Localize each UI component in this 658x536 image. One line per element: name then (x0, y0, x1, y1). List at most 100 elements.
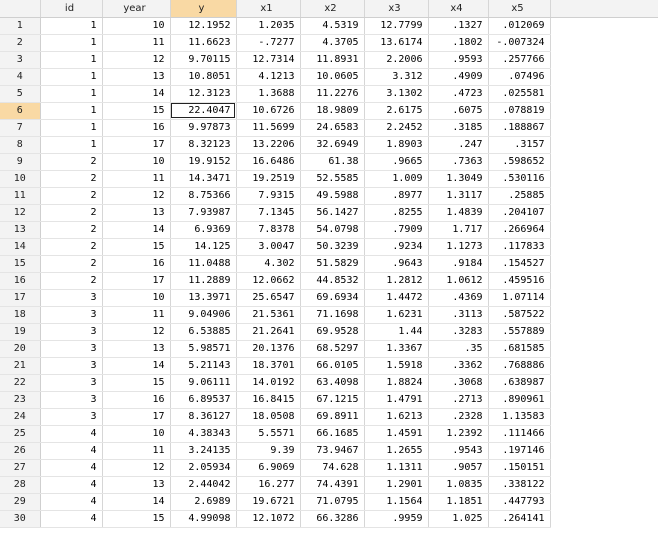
cell-year[interactable]: 11 (102, 306, 171, 324)
column-header-x1[interactable]: x1 (236, 0, 301, 18)
cell-x4[interactable]: .9184 (428, 255, 489, 273)
cell-id[interactable]: 1 (40, 17, 103, 35)
cell-x5[interactable]: .117833 (488, 238, 551, 256)
cell-id[interactable]: 2 (40, 221, 103, 239)
cell-x3[interactable]: 1.2812 (364, 272, 429, 290)
cell-x4[interactable]: .1327 (428, 17, 489, 35)
cell-x3[interactable]: .9959 (364, 510, 429, 528)
cell-y[interactable]: 2.6989 (170, 493, 237, 511)
cell-year[interactable]: 14 (102, 493, 171, 511)
cell-x5[interactable]: .25885 (488, 187, 551, 205)
cell-year[interactable]: 16 (102, 119, 171, 137)
cell-x3[interactable]: 1.6231 (364, 306, 429, 324)
cell-id[interactable]: 1 (40, 51, 103, 69)
cell-x1[interactable]: 20.1376 (236, 340, 301, 358)
cell-x1[interactable]: -.7277 (236, 34, 301, 52)
cell-x5[interactable]: .338122 (488, 476, 551, 494)
cell-x1[interactable]: 9.39 (236, 442, 301, 460)
cell-x2[interactable]: 74.4391 (300, 476, 365, 494)
cell-id[interactable]: 2 (40, 272, 103, 290)
row-number[interactable]: 26 (0, 442, 41, 460)
cell-x1[interactable]: 10.6726 (236, 102, 301, 120)
cell-id[interactable]: 4 (40, 425, 103, 443)
cell-y[interactable]: 19.9152 (170, 153, 237, 171)
cell-x1[interactable]: 21.2641 (236, 323, 301, 341)
row-number[interactable]: 25 (0, 425, 41, 443)
cell-x4[interactable]: .247 (428, 136, 489, 154)
cell-x4[interactable]: .4369 (428, 289, 489, 307)
row-number[interactable]: 17 (0, 289, 41, 307)
row-number[interactable]: 3 (0, 51, 41, 69)
cell-x2[interactable]: 71.0795 (300, 493, 365, 511)
cell-y[interactable]: 6.9369 (170, 221, 237, 239)
cell-y[interactable]: 4.38343 (170, 425, 237, 443)
column-header-id[interactable]: id (40, 0, 103, 18)
cell-x5[interactable]: .150151 (488, 459, 551, 477)
cell-y[interactable]: 5.98571 (170, 340, 237, 358)
column-header-x2[interactable]: x2 (300, 0, 365, 18)
cell-id[interactable]: 3 (40, 374, 103, 392)
cell-y[interactable]: 10.8051 (170, 68, 237, 86)
cell-year[interactable]: 10 (102, 153, 171, 171)
cell-x4[interactable]: .9543 (428, 442, 489, 460)
cell-x1[interactable]: 7.9315 (236, 187, 301, 205)
cell-x2[interactable]: 4.5319 (300, 17, 365, 35)
cell-x4[interactable]: .2713 (428, 391, 489, 409)
cell-x5[interactable]: .012069 (488, 17, 551, 35)
cell-y[interactable]: 14.125 (170, 238, 237, 256)
cell-x1[interactable]: 18.0508 (236, 408, 301, 426)
cell-year[interactable]: 17 (102, 136, 171, 154)
cell-x2[interactable]: 49.5988 (300, 187, 365, 205)
cell-x1[interactable]: 16.6486 (236, 153, 301, 171)
column-header-y[interactable]: y (170, 0, 237, 18)
cell-year[interactable]: 10 (102, 17, 171, 35)
cell-x4[interactable]: 1.0835 (428, 476, 489, 494)
column-header-x4[interactable]: x4 (428, 0, 489, 18)
cell-y[interactable]: 12.3123 (170, 85, 237, 103)
cell-x3[interactable]: 1.44 (364, 323, 429, 341)
cell-id[interactable]: 4 (40, 442, 103, 460)
cell-x4[interactable]: 1.1851 (428, 493, 489, 511)
cell-x3[interactable]: 1.1564 (364, 493, 429, 511)
cell-y[interactable]: 8.36127 (170, 408, 237, 426)
cell-x5[interactable]: .3157 (488, 136, 551, 154)
cell-x3[interactable]: .8977 (364, 187, 429, 205)
cell-x4[interactable]: 1.2392 (428, 425, 489, 443)
cell-y[interactable]: 14.3471 (170, 170, 237, 188)
cell-x1[interactable]: 6.9069 (236, 459, 301, 477)
row-number[interactable]: 8 (0, 136, 41, 154)
cell-id[interactable]: 4 (40, 459, 103, 477)
cell-x3[interactable]: 1.6213 (364, 408, 429, 426)
row-number[interactable]: 1 (0, 17, 41, 35)
cell-x4[interactable]: .1802 (428, 34, 489, 52)
cell-x5[interactable]: .530116 (488, 170, 551, 188)
cell-id[interactable]: 1 (40, 85, 103, 103)
cell-x3[interactable]: 1.2901 (364, 476, 429, 494)
cell-y[interactable]: 7.93987 (170, 204, 237, 222)
cell-y[interactable]: 2.44042 (170, 476, 237, 494)
cell-x5[interactable]: .111466 (488, 425, 551, 443)
row-number[interactable]: 23 (0, 391, 41, 409)
row-number[interactable]: 10 (0, 170, 41, 188)
cell-x5[interactable]: 1.13583 (488, 408, 551, 426)
cell-x3[interactable]: .9234 (364, 238, 429, 256)
cell-x2[interactable]: 44.8532 (300, 272, 365, 290)
row-number[interactable]: 27 (0, 459, 41, 477)
cell-id[interactable]: 3 (40, 323, 103, 341)
cell-year[interactable]: 12 (102, 459, 171, 477)
data-editor-grid[interactable]: id year y x1 x2 x3 x4 x5 1 1 10 12.1952 1.2035 4.531… (0, 0, 658, 528)
cell-x5[interactable]: .257766 (488, 51, 551, 69)
cell-x1[interactable]: 16.277 (236, 476, 301, 494)
cell-y[interactable]: 11.2889 (170, 272, 237, 290)
row-number[interactable]: 9 (0, 153, 41, 171)
cell-year[interactable]: 13 (102, 476, 171, 494)
cell-year[interactable]: 14 (102, 357, 171, 375)
cell-x1[interactable]: 7.1345 (236, 204, 301, 222)
cell-x2[interactable]: 61.38 (300, 153, 365, 171)
cell-x3[interactable]: 1.4472 (364, 289, 429, 307)
cell-x2[interactable]: 11.8931 (300, 51, 365, 69)
cell-y[interactable]: 9.04906 (170, 306, 237, 324)
row-number[interactable]: 7 (0, 119, 41, 137)
cell-x5[interactable]: -.007324 (488, 34, 551, 52)
cell-x4[interactable]: .3113 (428, 306, 489, 324)
